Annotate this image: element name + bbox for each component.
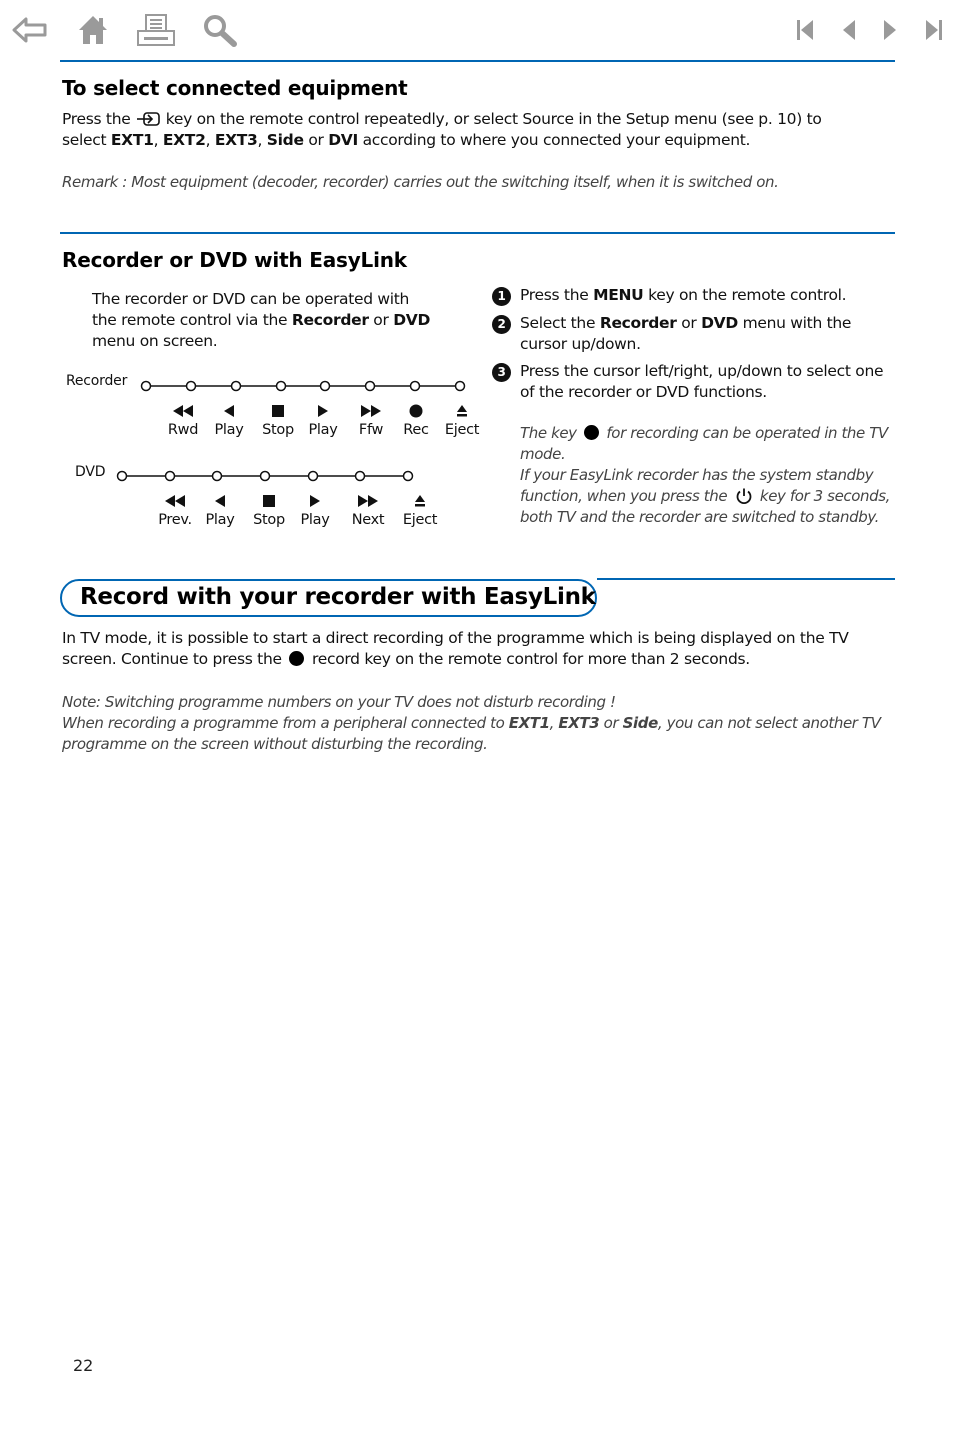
print-button[interactable] <box>136 10 176 50</box>
next-page-button[interactable] <box>870 10 910 50</box>
header-divider <box>60 60 895 62</box>
back-arrow-icon <box>12 17 47 43</box>
dvi-label: DVI <box>328 131 358 149</box>
recorder-menu-label: Recorder <box>66 373 128 389</box>
select-equipment-paragraph: Press the key on the remote control repe… <box>62 110 822 149</box>
menu-function-eject: Eject <box>390 492 450 528</box>
home-icon <box>79 16 107 44</box>
step-number-2: 2 <box>492 315 511 334</box>
section-divider-2 <box>597 578 895 580</box>
back-button[interactable] <box>10 10 50 50</box>
previous-page-icon <box>843 20 855 40</box>
menu-function-label: Next <box>351 512 385 528</box>
search-button[interactable] <box>200 10 240 50</box>
last-page-icon <box>926 20 942 40</box>
menu-function-label: Play <box>300 512 330 528</box>
section-title-pill: Record with your recorder with EasyLink <box>60 579 597 617</box>
eject-icon <box>432 402 492 420</box>
menu-function-play: Play <box>285 492 345 528</box>
next-icon <box>338 492 398 510</box>
next-page-icon <box>884 20 896 40</box>
standby-power-icon <box>736 488 751 505</box>
record-dot-icon <box>289 651 305 666</box>
play-icon <box>285 492 345 510</box>
ext2-label: EXT2 <box>162 131 206 149</box>
easylink-intro: The recorder or DVD can be operated with… <box>92 290 431 350</box>
eject-icon <box>390 492 450 510</box>
record-note: Note: Switching programme numbers on you… <box>62 693 881 753</box>
section-title-easylink: Recorder or DVD with EasyLink <box>62 248 407 272</box>
section-divider-1 <box>60 232 895 234</box>
source-key-icon <box>137 112 160 126</box>
first-page-button[interactable] <box>785 10 825 50</box>
menu-function-next: Next <box>338 492 398 528</box>
last-page-button[interactable] <box>914 10 954 50</box>
search-icon <box>204 15 237 47</box>
menu-function-eject: Eject <box>432 402 492 438</box>
section-title-record: Record with your recorder with EasyLink <box>80 584 596 610</box>
first-page-icon <box>797 20 813 40</box>
dvd-menu-label: DVD <box>75 464 106 480</box>
recorder-menu-track <box>140 380 466 392</box>
print-icon <box>137 14 175 46</box>
side-label: Side <box>266 131 304 149</box>
navigation-toolbar <box>0 0 954 60</box>
page-number: 22 <box>73 1356 94 1375</box>
section-title-select-equipment: To select connected equipment <box>62 76 408 100</box>
easylink-notes: The key for recording can be operated in… <box>520 424 891 526</box>
step-number-1: 1 <box>492 287 511 306</box>
dvd-menu-track <box>116 470 414 482</box>
record-dot-icon <box>584 425 600 440</box>
step-number-3: 3 <box>492 363 511 382</box>
previous-page-button[interactable] <box>829 10 869 50</box>
remark-text: Remark : Most equipment (decoder, record… <box>62 173 779 191</box>
record-body: In TV mode, it is possible to start a di… <box>62 629 849 668</box>
menu-function-label: Eject <box>402 512 438 528</box>
ext3-label: EXT3 <box>214 131 258 149</box>
home-button[interactable] <box>73 10 113 50</box>
menu-function-label: Eject <box>444 422 480 438</box>
ext1-label: EXT1 <box>110 131 154 149</box>
